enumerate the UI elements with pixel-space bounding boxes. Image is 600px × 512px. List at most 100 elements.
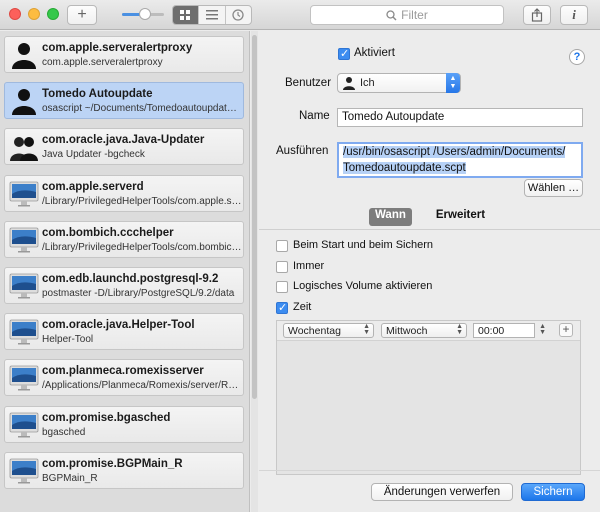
- window-toolbar: + Filter i: [0, 0, 600, 30]
- imac-icon: [9, 272, 39, 300]
- list-item-title: com.planmeca.romexisserver: [42, 365, 204, 378]
- job-list: com.apple.serveralertproxy com.apple.serv…: [0, 31, 250, 512]
- imac-icon: [9, 457, 39, 485]
- list-item-subtitle: BGPMain_R: [42, 472, 98, 484]
- schedule-table: Wochentag ▲ ▼ Mittwoch ▲ ▼ 00:00 ▲ ▼ +: [276, 320, 581, 475]
- help-button[interactable]: ?: [569, 49, 585, 65]
- option-checkbox-start[interactable]: [276, 240, 288, 252]
- discard-changes-button[interactable]: Änderungen verwerfen: [371, 483, 513, 501]
- list-item-title: com.apple.serverd: [42, 180, 144, 193]
- option-label-start: Beim Start und beim Sichern: [293, 239, 434, 251]
- list-item[interactable]: com.oracle.java.Helper-Tool Helper-Tool: [4, 313, 244, 351]
- schedule-unit-value: Wochentag: [288, 324, 341, 337]
- name-label: Name: [299, 110, 330, 122]
- option-checkbox-time[interactable]: [276, 301, 288, 314]
- imac-icon: [9, 411, 39, 439]
- schedule-day-value: Mittwoch: [386, 324, 428, 337]
- tab-wann[interactable]: Wann: [369, 208, 412, 226]
- list-item-subtitle: /Library/PrivilegedHelperTools/com.bombi…: [42, 241, 242, 253]
- imac-icon: [9, 318, 39, 346]
- user-icon: [343, 77, 355, 90]
- grid-view-icon[interactable]: [173, 6, 200, 24]
- zoom-slider-knob[interactable]: [138, 8, 151, 20]
- list-item-subtitle: Helper-Tool: [42, 334, 94, 346]
- name-field[interactable]: Tomedo Autoupdate: [337, 108, 583, 127]
- info-button[interactable]: i: [560, 5, 588, 25]
- option-label-always: Immer: [293, 260, 325, 272]
- list-item-title: com.oracle.java.Helper-Tool: [42, 319, 195, 332]
- user-popup[interactable]: Ich ▲ ▼: [337, 73, 461, 93]
- list-view-icon[interactable]: [199, 6, 226, 24]
- schedule-unit-popup[interactable]: Wochentag ▲ ▼: [283, 323, 374, 338]
- add-schedule-button[interactable]: +: [559, 323, 573, 337]
- list-item-subtitle: bgasched: [42, 426, 86, 438]
- run-label: Ausführen: [276, 145, 329, 157]
- close-window-button[interactable]: [9, 8, 21, 20]
- share-icon: [531, 8, 543, 22]
- popup-arrows-icon: ▲ ▼: [446, 73, 460, 93]
- list-item-subtitle: /Applications/Planmeca/Romexis/server/Ro…: [42, 380, 242, 392]
- tab-erweitert[interactable]: Erweitert: [430, 208, 491, 226]
- list-item[interactable]: Tomedo Autoupdate osascript ~/Documents/T…: [4, 82, 244, 120]
- list-item[interactable]: com.bombich.ccchelper/Library/Privileged…: [4, 220, 244, 258]
- add-button[interactable]: +: [67, 5, 97, 25]
- run-command-field[interactable]: /usr/bin/osascript /Users/admin/Document…: [337, 142, 583, 178]
- list-item-subtitle: postmaster -D/Library/PostgreSQL/9.2/dat…: [42, 288, 235, 299]
- option-checkbox-volume[interactable]: [276, 281, 288, 293]
- imac-icon: [9, 180, 39, 208]
- list-item-title: Tomedo Autoupdate: [42, 88, 153, 101]
- share-button[interactable]: [523, 5, 551, 25]
- schedule-time-field[interactable]: 00:00 ▲ ▼: [473, 323, 546, 338]
- history-icon[interactable]: [226, 6, 251, 24]
- choose-button[interactable]: Wählen …: [524, 179, 583, 197]
- option-checkbox-always[interactable]: [276, 261, 288, 273]
- time-stepper-icon[interactable]: ▲ ▼: [539, 323, 546, 336]
- zoom-window-button[interactable]: [47, 8, 59, 20]
- user-value: Ich: [360, 77, 375, 89]
- detail-pane: Aktiviert ? Benutzer Ich ▲▼ Name Tomedo …: [259, 31, 600, 512]
- run-command-line-2: Tomedoautoupdate.scpt: [343, 162, 466, 174]
- list-item[interactable]: com.oracle.java.Java-Updater Java Updater…: [4, 128, 244, 166]
- list-item[interactable]: com.apple.serveralertproxy com.apple.serv…: [4, 36, 244, 73]
- user-icon: [9, 41, 39, 69]
- zoom-slider[interactable]: [122, 8, 164, 20]
- list-item[interactable]: com.promise.BGPMain_R BGPMain_R: [4, 451, 244, 489]
- save-button[interactable]: Sichern: [521, 483, 585, 501]
- list-item-title: com.bombich.ccchelper: [42, 226, 174, 239]
- stepper-icon: ▲ ▼: [363, 323, 370, 336]
- help-icon: ?: [573, 51, 581, 63]
- list-item[interactable]: com.apple.serverd/Library/PrivilegedHelp…: [4, 174, 244, 212]
- imac-icon: [9, 364, 39, 392]
- list-item-subtitle: osascript ~/Documents/Tomedoautoupdate.s…: [42, 103, 242, 115]
- enabled-checkbox[interactable]: [338, 47, 350, 60]
- list-item[interactable]: com.promise.bgasched bgasched: [4, 405, 244, 443]
- plus-icon: +: [77, 6, 87, 23]
- footer-divider: [259, 470, 600, 471]
- tab-divider: [259, 229, 600, 230]
- filter-search-field[interactable]: Filter: [310, 5, 504, 25]
- schedule-day-popup[interactable]: Mittwoch ▲ ▼: [381, 323, 467, 338]
- list-item[interactable]: com.edb.launchd.postgresql-9.2 postmaster…: [4, 267, 244, 304]
- filter-placeholder: Filter: [401, 8, 428, 22]
- job-list-scrollbar[interactable]: [251, 31, 258, 512]
- enabled-label: Aktiviert: [354, 47, 395, 59]
- users-icon: [9, 133, 39, 162]
- view-mode-segmented-control: [172, 5, 252, 25]
- scrollbar-thumb[interactable]: [252, 35, 257, 399]
- list-item-subtitle: Java Updater -bgcheck: [42, 149, 145, 161]
- list-item-title: com.promise.bgasched: [42, 411, 171, 424]
- minimize-window-button[interactable]: [28, 8, 40, 20]
- run-command-line-1: /usr/bin/osascript /Users/admin/Document…: [343, 146, 566, 158]
- plus-icon: +: [562, 322, 570, 336]
- stepper-icon: ▲ ▼: [456, 323, 463, 336]
- list-item[interactable]: com.planmeca.romexisserver/Applications/…: [4, 359, 244, 397]
- schedule-time-value: 00:00: [478, 324, 505, 337]
- option-label-time: Zeit: [293, 301, 312, 313]
- search-icon: [386, 9, 397, 20]
- list-item-subtitle: com.apple.serveralertproxy: [42, 57, 163, 68]
- user-label: Benutzer: [285, 77, 332, 89]
- option-label-volume: Logisches Volume aktivieren: [293, 280, 433, 292]
- list-item-title: com.edb.launchd.postgresql-9.2: [42, 273, 219, 285]
- list-item-subtitle: /Library/PrivilegedHelperTools/com.apple…: [42, 195, 242, 207]
- info-icon: i: [572, 7, 576, 22]
